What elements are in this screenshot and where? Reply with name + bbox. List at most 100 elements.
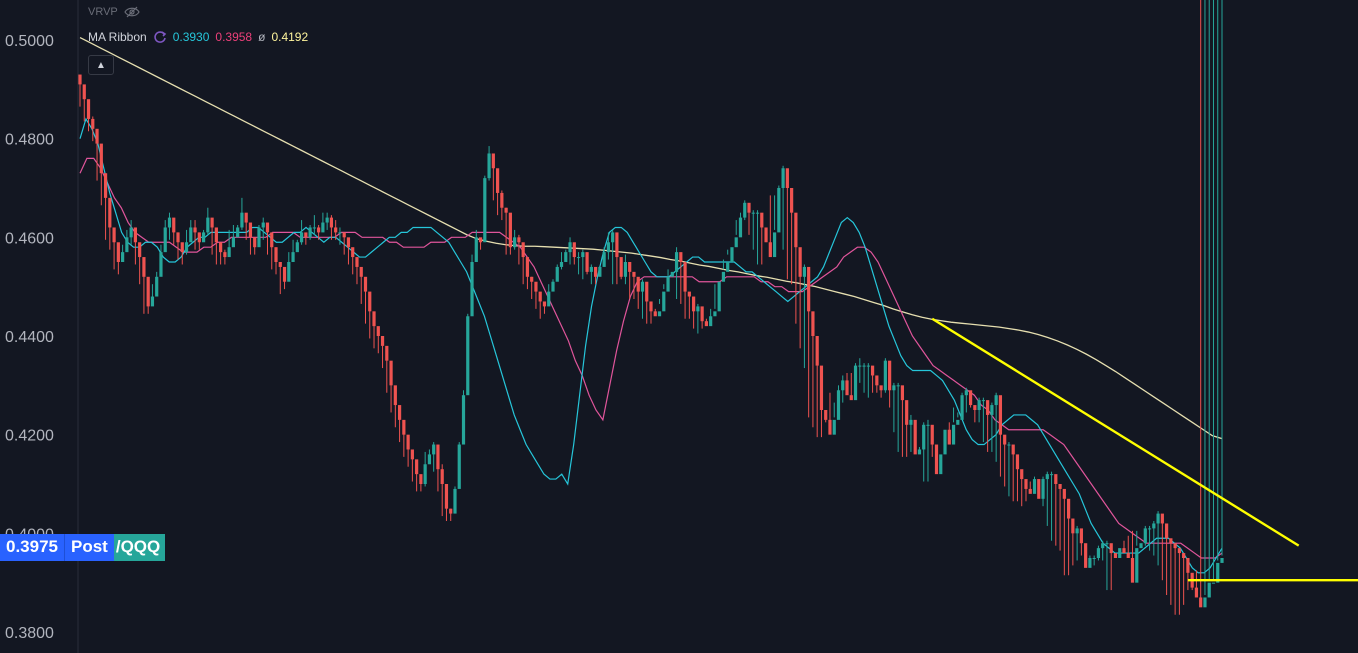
candle-body — [500, 192, 504, 208]
ma-fast-line — [79, 117, 1223, 574]
candle-body — [1105, 543, 1109, 545]
candle-body — [321, 222, 325, 233]
candle-body — [406, 434, 410, 450]
candle-body — [278, 262, 282, 267]
candle-body — [253, 237, 257, 248]
candle-body — [726, 262, 730, 272]
candle-body — [1109, 543, 1113, 554]
candle-body — [103, 173, 108, 198]
candle-body — [717, 281, 721, 312]
candle-body — [530, 276, 534, 282]
ma-ribbon-label: MA Ribbon — [88, 30, 147, 44]
candle-body — [1130, 558, 1135, 583]
candle-body — [508, 212, 512, 248]
candle-body — [155, 276, 159, 297]
candle-body — [1096, 548, 1101, 558]
ma-mid-line — [79, 157, 1223, 559]
candle-body — [304, 232, 308, 238]
candle-body — [674, 252, 679, 272]
candle-body — [798, 247, 802, 277]
candle-body — [172, 217, 176, 233]
candle-body — [828, 419, 832, 435]
candle-body — [176, 232, 180, 243]
candle-body — [866, 365, 870, 367]
candle-body — [611, 232, 615, 243]
candle-body — [317, 227, 321, 233]
candle-body — [440, 469, 444, 484]
candle-body — [1088, 558, 1092, 568]
candle-body — [495, 168, 500, 193]
ma-ribbon-legend[interactable]: MA Ribbon 0.3930 0.3958 ø 0.4192 — [88, 30, 308, 44]
candle-body — [108, 197, 112, 228]
price-chart[interactable]: 0.50000.48000.46000.44000.42000.40000.38… — [0, 0, 1358, 653]
candle-body — [129, 227, 133, 238]
candle-body — [231, 237, 236, 248]
candle-body — [1024, 479, 1028, 489]
candle-body — [325, 217, 329, 223]
candle-body — [244, 212, 248, 223]
candle-body — [640, 281, 645, 292]
vrvp-legend[interactable]: VRVP — [88, 6, 140, 18]
candle-body — [547, 291, 551, 307]
chart-canvas[interactable]: 0.50000.48000.46000.44000.42000.40000.38… — [0, 0, 1358, 653]
candle-body — [1062, 488, 1066, 499]
candle-body — [214, 227, 218, 243]
candle-body — [1015, 454, 1020, 470]
candle-body — [1020, 469, 1024, 480]
refresh-icon[interactable] — [153, 30, 167, 44]
candle-body — [968, 390, 973, 406]
candle-body — [474, 237, 478, 262]
candle-body — [930, 424, 934, 445]
candle-body — [751, 212, 755, 214]
candle-body — [576, 257, 581, 259]
candle-body — [832, 419, 836, 435]
candle-body — [1045, 474, 1049, 480]
candle-body — [994, 395, 998, 406]
candle-body — [841, 380, 845, 391]
candle-body — [432, 444, 436, 455]
candle-body — [730, 247, 734, 262]
candle-body — [883, 360, 887, 391]
candle-body — [1011, 444, 1015, 455]
candle-body — [892, 385, 896, 391]
eye-hidden-icon[interactable] — [124, 6, 140, 18]
candle-body — [351, 247, 355, 258]
candle-body — [568, 242, 572, 253]
candle-body — [240, 212, 244, 228]
candle-body — [768, 242, 772, 258]
candle-body — [1135, 548, 1139, 583]
ma-value-mid: 0.3958 — [215, 30, 253, 44]
candle-body — [419, 474, 423, 484]
candle-body — [1007, 444, 1011, 446]
y-tick-label: 0.5000 — [5, 33, 54, 50]
candle-body — [790, 188, 794, 213]
candle-body — [95, 128, 99, 144]
candle-body — [1071, 518, 1075, 534]
candle-body — [917, 449, 922, 455]
candle-body — [517, 237, 521, 243]
candle-body — [811, 311, 815, 336]
candle-body — [709, 316, 713, 327]
candle-body — [555, 266, 559, 282]
candle-body — [1066, 498, 1071, 519]
ma-value-slow: 0.4192 — [271, 30, 309, 44]
candle-body — [1041, 479, 1045, 499]
candle-body — [116, 242, 120, 262]
candle-body — [636, 276, 640, 292]
vrvp-label: VRVP — [88, 6, 118, 18]
candle-body — [346, 237, 351, 248]
current-price-label: 0.3975 — [0, 534, 64, 561]
collapse-legend-button[interactable]: ▲ — [88, 55, 114, 75]
candle-body — [257, 227, 261, 248]
candle-body — [960, 395, 964, 420]
candle-body — [934, 444, 939, 475]
candle-body — [632, 271, 636, 277]
candle-body — [977, 400, 981, 410]
candle-body — [824, 410, 828, 420]
candle-body — [598, 266, 602, 277]
candle-body — [376, 326, 380, 336]
candle-body — [355, 257, 359, 267]
candle-body — [461, 395, 466, 445]
candle-body — [342, 232, 346, 238]
candle-body — [478, 237, 483, 243]
